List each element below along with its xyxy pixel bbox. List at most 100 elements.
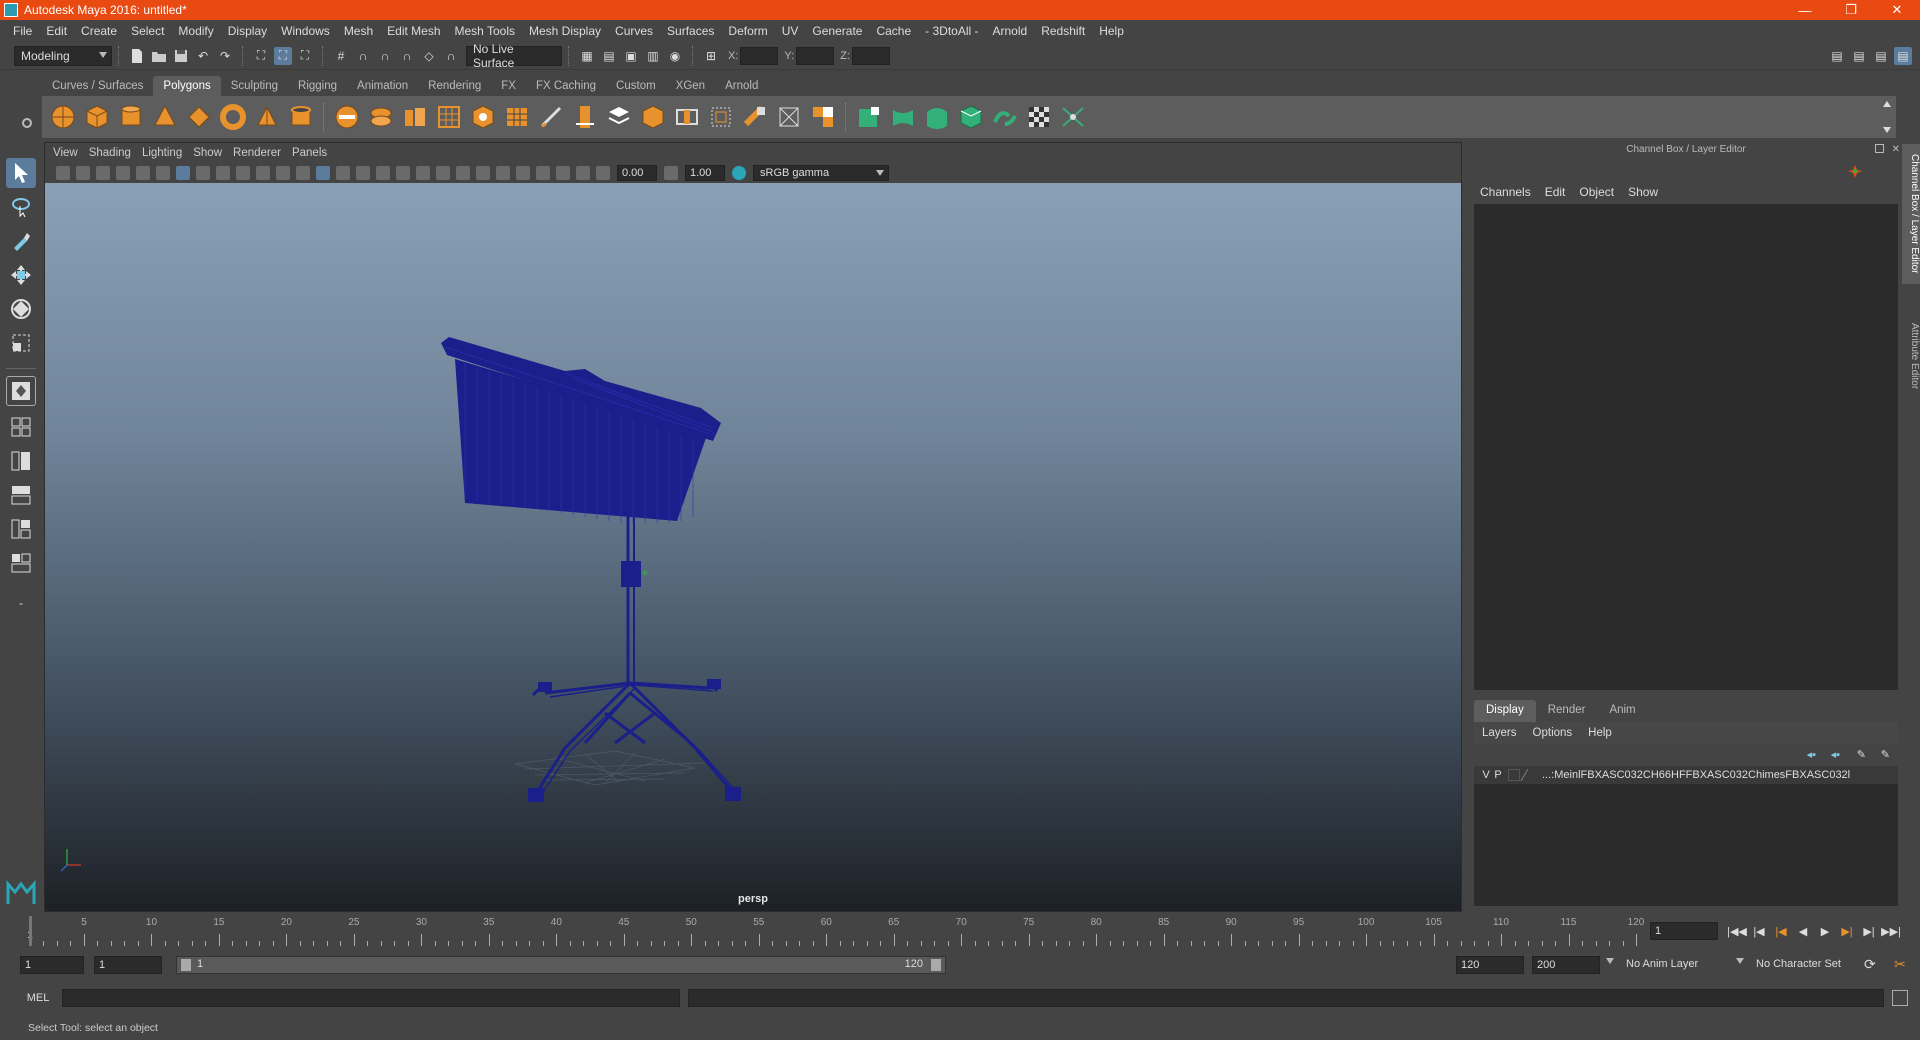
move-layer-up-icon[interactable]: ◂▪: [1807, 748, 1816, 761]
menu-deform[interactable]: Deform: [721, 24, 774, 38]
select-component-icon[interactable]: ⛶: [296, 47, 314, 65]
shelf-tab-polygons[interactable]: Polygons: [153, 76, 221, 96]
merge-icon[interactable]: [741, 103, 769, 131]
current-frame-field[interactable]: 1: [1650, 922, 1718, 940]
channel-box-area[interactable]: [1474, 204, 1898, 690]
paint-select-tool-icon[interactable]: [6, 226, 36, 256]
ipr-render-icon[interactable]: ▣: [622, 47, 640, 65]
smooth-icon[interactable]: [435, 103, 463, 131]
shelf-tab-fx[interactable]: FX: [491, 76, 526, 96]
shelf-settings-icon[interactable]: [22, 118, 32, 128]
persp-outliner-layout-icon[interactable]: [6, 446, 36, 476]
playback-start-field[interactable]: 1: [94, 956, 162, 974]
grid-icon[interactable]: [176, 166, 190, 180]
safe-action-icon[interactable]: [276, 166, 290, 180]
menu-cache[interactable]: Cache: [869, 24, 918, 38]
cut-uv-edges-icon[interactable]: [1059, 103, 1087, 131]
shelf-tab-fx-caching[interactable]: FX Caching: [526, 76, 606, 96]
time-slider[interactable]: 1510152025303540455055606570758085909510…: [0, 916, 1920, 946]
menu-edit[interactable]: Edit: [39, 24, 74, 38]
range-end-handle[interactable]: [931, 959, 941, 971]
shelf-scroll[interactable]: [1882, 101, 1892, 133]
viewport-menu-view[interactable]: View: [53, 147, 87, 159]
go-to-end-icon[interactable]: ▶▶|: [1880, 925, 1902, 938]
collapse-icon[interactable]: [775, 103, 803, 131]
toolbox-expand-icon[interactable]: -: [6, 588, 36, 618]
layer-menu-layers[interactable]: Layers: [1474, 727, 1525, 739]
preferences-icon[interactable]: ✂: [1894, 956, 1906, 973]
shelf-tab-rendering[interactable]: Rendering: [418, 76, 491, 96]
step-back-frame-icon[interactable]: |◀: [1748, 925, 1770, 938]
shelf-tab-xgen[interactable]: XGen: [666, 76, 715, 96]
menu-redshift[interactable]: Redshift: [1034, 24, 1092, 38]
depth-of-field-icon[interactable]: [496, 166, 510, 180]
shelf-tab-rigging[interactable]: Rigging: [288, 76, 347, 96]
color-management-icon[interactable]: [732, 166, 746, 180]
cylindrical-mapping-icon[interactable]: [889, 103, 917, 131]
menu-file[interactable]: File: [6, 24, 39, 38]
anti-aliasing-icon[interactable]: [476, 166, 490, 180]
lights-icon[interactable]: [396, 166, 410, 180]
exposure-field[interactable]: 0.00: [617, 165, 657, 181]
shelf-tab-curves-surfaces[interactable]: Curves / Surfaces: [42, 76, 153, 96]
snap-grid-icon[interactable]: #: [332, 47, 350, 65]
make-live-icon[interactable]: ∩: [442, 47, 460, 65]
combine-icon[interactable]: [333, 103, 361, 131]
wireframe-on-shaded-icon[interactable]: [356, 166, 370, 180]
poly-cube-icon[interactable]: [83, 103, 111, 131]
shadows-icon[interactable]: [416, 166, 430, 180]
script-editor-icon[interactable]: [1892, 990, 1908, 1006]
view-transform-dropdown[interactable]: sRGB gamma: [753, 165, 889, 181]
3d-scene-view[interactable]: persp: [45, 183, 1461, 911]
tool-settings-icon[interactable]: ▤: [1872, 47, 1890, 65]
maximize-button[interactable]: ❐: [1828, 0, 1874, 20]
append-polygon-icon[interactable]: [673, 103, 701, 131]
select-hierarchy-icon[interactable]: ⛶: [252, 47, 270, 65]
select-tool-icon[interactable]: [6, 158, 36, 188]
panel-float-icon[interactable]: [1875, 144, 1884, 153]
auto-key-icon[interactable]: ⟳: [1864, 956, 1876, 973]
gamma-icon[interactable]: [664, 166, 678, 180]
separate-icon[interactable]: [367, 103, 395, 131]
film-gate-icon[interactable]: [196, 166, 210, 180]
menu-edit-mesh[interactable]: Edit Mesh: [380, 24, 447, 38]
poly-pipe-icon[interactable]: [287, 103, 315, 131]
single-perspective-layout-icon[interactable]: [6, 376, 36, 406]
layer-playback-toggle[interactable]: P: [1492, 769, 1504, 781]
range-bar[interactable]: 1 120: [176, 956, 946, 974]
attribute-editor-icon[interactable]: ▤: [1850, 47, 1868, 65]
automatic-mapping-icon[interactable]: [957, 103, 985, 131]
image-plane-icon[interactable]: [116, 166, 130, 180]
chevron-down-icon[interactable]: [1606, 958, 1614, 964]
current-time-marker[interactable]: [29, 916, 32, 946]
layer-color-swatch[interactable]: [1520, 769, 1542, 781]
poly-pyramid-icon[interactable]: [253, 103, 281, 131]
xray-icon[interactable]: [536, 166, 550, 180]
y-field[interactable]: [796, 46, 835, 65]
panel-close-icon[interactable]: ✕: [1892, 144, 1900, 155]
minimize-button[interactable]: —: [1782, 0, 1828, 20]
smooth-shade-icon[interactable]: [336, 166, 350, 180]
gate-mask-icon[interactable]: [236, 166, 250, 180]
textured-icon[interactable]: [376, 166, 390, 180]
modeling-toolkit-icon[interactable]: ▤: [1828, 47, 1846, 65]
transform-mode-icon[interactable]: ⊞: [702, 47, 720, 65]
chevron-up-icon[interactable]: [1883, 101, 1891, 107]
playback-end-field[interactable]: 120: [1456, 956, 1524, 974]
layer-name[interactable]: ...:MeinlFBXASC032CH66HFFBXASC032ChimesF…: [1542, 769, 1850, 781]
play-backwards-icon[interactable]: ◀: [1792, 925, 1814, 938]
move-tool-icon[interactable]: [6, 260, 36, 290]
channel-menu-show[interactable]: Show: [1622, 185, 1666, 199]
menu-mesh-tools[interactable]: Mesh Tools: [448, 24, 522, 38]
spherical-mapping-icon[interactable]: [923, 103, 951, 131]
shelf-tab-animation[interactable]: Animation: [347, 76, 418, 96]
redo-icon[interactable]: ↷: [216, 47, 234, 65]
render-view-icon[interactable]: ▦: [578, 47, 596, 65]
move-layer-down-icon[interactable]: ◂▪: [1831, 748, 1840, 761]
render-settings-icon[interactable]: ▥: [644, 47, 662, 65]
command-input[interactable]: [62, 989, 680, 1007]
shelf-tab-arnold[interactable]: Arnold: [715, 76, 768, 96]
time-ruler[interactable]: 1510152025303540455055606570758085909510…: [27, 916, 1644, 946]
hypershade-icon[interactable]: ◉: [666, 47, 684, 65]
poly-cone-icon[interactable]: [151, 103, 179, 131]
